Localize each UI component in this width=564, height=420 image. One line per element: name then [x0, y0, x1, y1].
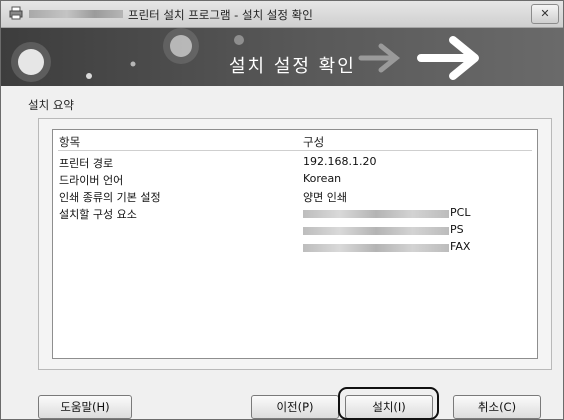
install-button-highlight — [338, 387, 439, 420]
redacted-component-name — [303, 244, 449, 252]
row-value-print-default: 양면 인쇄 — [303, 191, 347, 204]
installer-window: 프린터 설치 프로그램 - 설치 설정 확인 ✕ 설치 설정 확인 설치 요약 … — [0, 0, 564, 420]
window-title: 프린터 설치 프로그램 - 설치 설정 확인 — [128, 8, 313, 22]
summary-panel: 항목 구성 프린터 경로 192.168.1.20 드라이버 언어 Korean… — [38, 118, 552, 370]
section-label: 설치 요약 — [28, 98, 74, 112]
row-label-driver-language: 드라이버 언어 — [59, 174, 124, 187]
redacted-component-name — [303, 210, 449, 218]
row-value-driver-language: Korean — [303, 172, 342, 185]
title-bar[interactable]: 프린터 설치 프로그램 - 설치 설정 확인 ✕ — [1, 1, 563, 28]
row-label-print-default: 인쇄 종류의 기본 설정 — [59, 191, 161, 204]
arrow-right-icon — [417, 36, 479, 80]
header-divider — [58, 150, 532, 151]
printer-app-icon — [9, 6, 23, 20]
help-button[interactable]: 도움말(H) — [38, 395, 132, 419]
back-button[interactable]: 이전(P) — [251, 395, 339, 419]
redacted-product-name — [29, 10, 123, 18]
row-label-printer-path: 프린터 경로 — [59, 157, 114, 170]
component-fax: FAX — [450, 240, 471, 253]
close-button[interactable]: ✕ — [531, 4, 559, 24]
row-label-components: 설치할 구성 요소 — [59, 208, 137, 221]
redacted-component-name — [303, 227, 449, 235]
close-icon: ✕ — [540, 7, 550, 20]
summary-list[interactable]: 항목 구성 프린터 경로 192.168.1.20 드라이버 언어 Korean… — [52, 129, 538, 359]
cancel-button[interactable]: 취소(C) — [453, 395, 541, 419]
component-pcl: PCL — [450, 206, 471, 219]
component-ps: PS — [450, 223, 464, 236]
header-banner: 설치 설정 확인 — [1, 28, 563, 86]
column-header-config: 구성 — [303, 135, 325, 149]
arrow-right-icon — [358, 43, 401, 73]
column-header-item: 항목 — [59, 135, 81, 149]
row-value-printer-path: 192.168.1.20 — [303, 155, 377, 168]
banner-title: 설치 설정 확인 — [229, 56, 356, 77]
